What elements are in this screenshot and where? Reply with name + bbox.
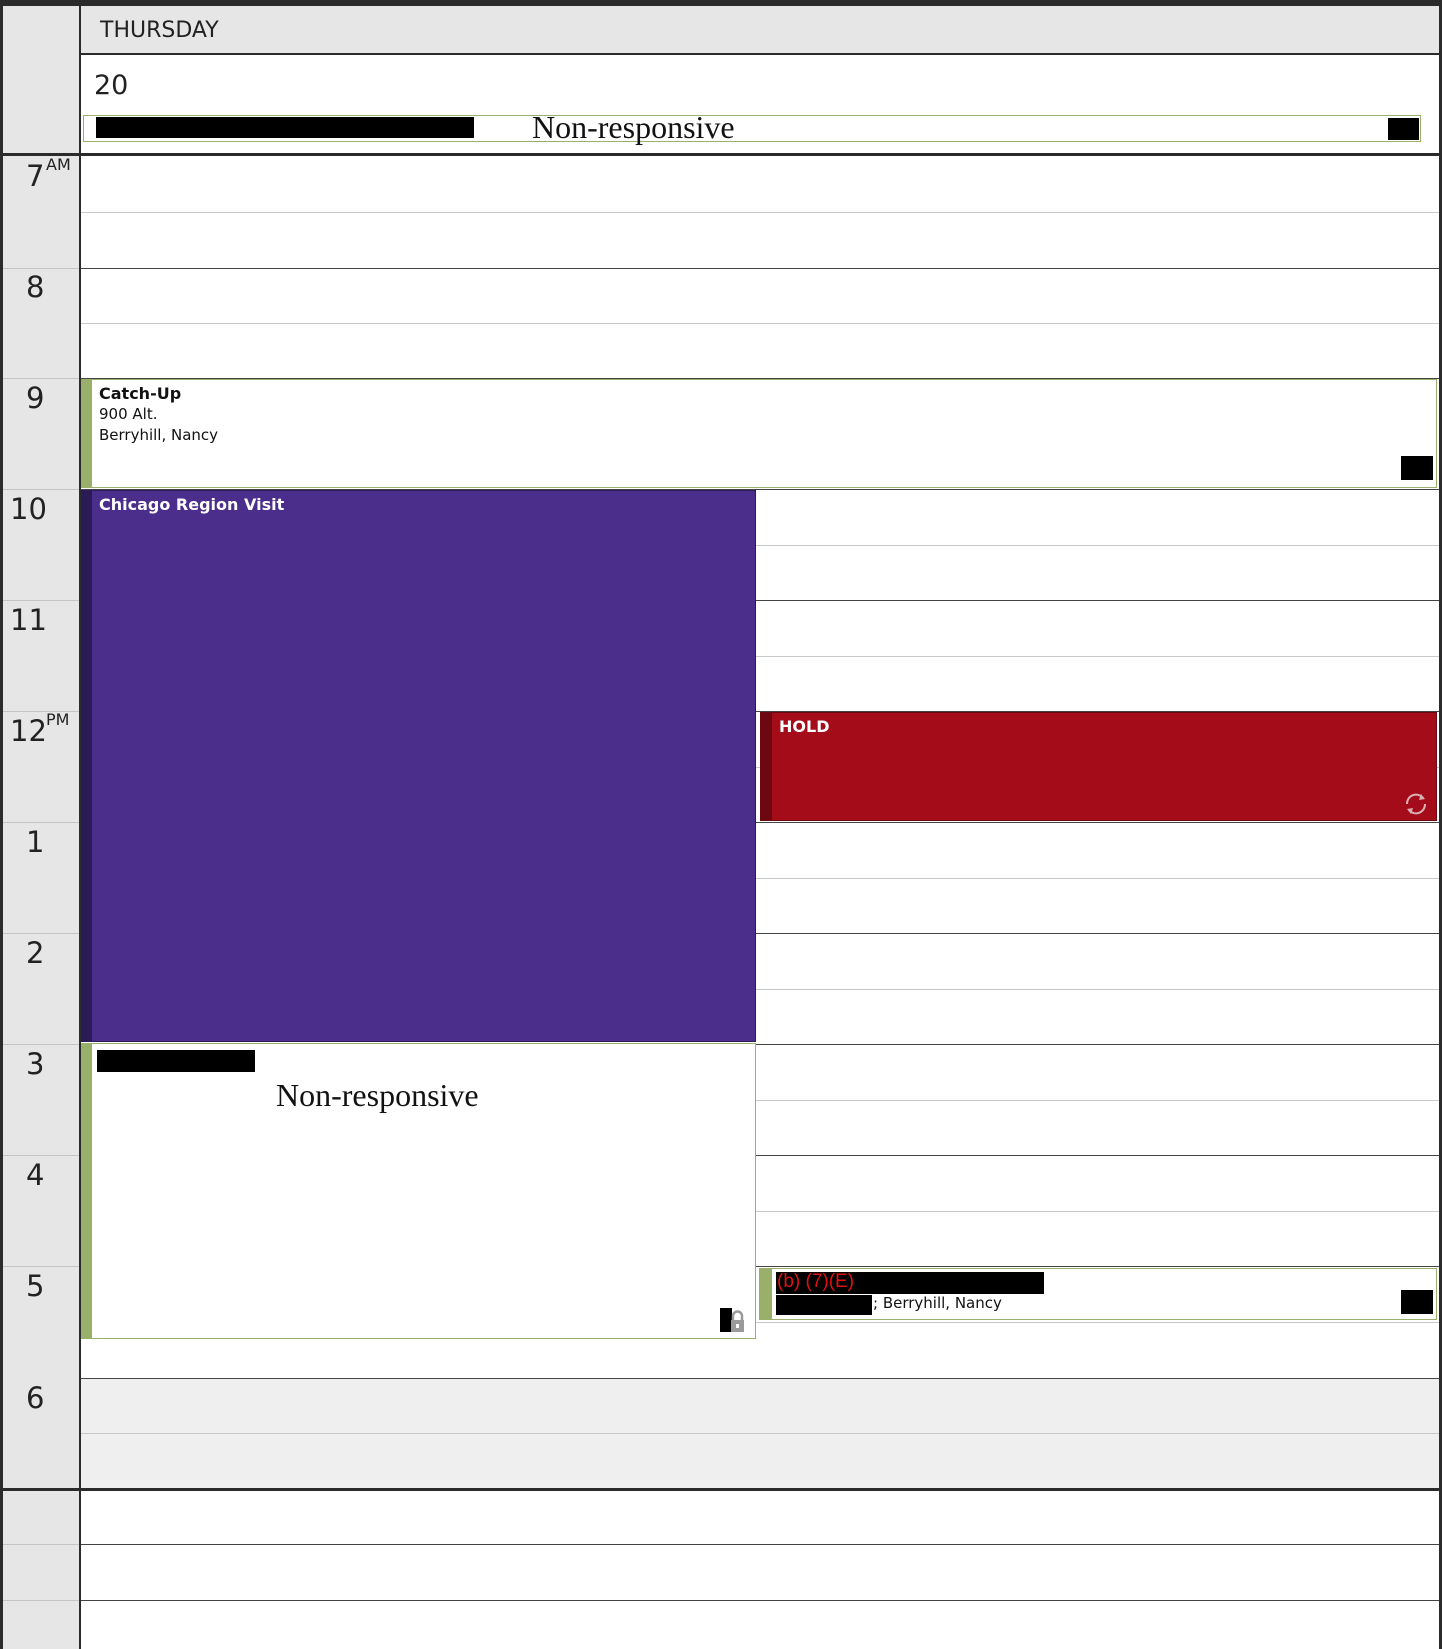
event-title: Catch-Up — [99, 384, 182, 403]
event-hold[interactable] — [760, 712, 1437, 821]
event-organizer: Berryhill, Nancy — [99, 426, 219, 444]
all-day-event-label: Non-responsive — [532, 109, 735, 145]
redaction-block — [1401, 1290, 1433, 1314]
event-title: Chicago Region Visit — [99, 495, 285, 514]
hour-line — [81, 1378, 1439, 1379]
hour-line — [81, 1544, 1439, 1545]
all-day-divider — [3, 153, 1442, 156]
event-location: 900 Alt. — [99, 405, 158, 423]
gutter-line — [3, 933, 79, 934]
redaction-block — [97, 1050, 255, 1072]
recurring-icon — [1405, 793, 1427, 815]
event-accent-bar — [81, 490, 92, 1042]
event-accent-bar — [81, 1043, 92, 1339]
half-hour-line — [81, 1433, 1439, 1434]
gutter-line — [3, 600, 79, 601]
half-hour-line — [81, 323, 1439, 324]
event-catch-up[interactable] — [81, 379, 1437, 488]
gutter-line — [3, 822, 79, 823]
window-frame — [0, 0, 3, 1649]
window-frame — [0, 0, 1442, 6]
private-lock-icon — [720, 1308, 744, 1332]
event-accent-bar — [81, 379, 92, 488]
event-accent-bar — [759, 1268, 772, 1320]
gutter-separator — [79, 6, 81, 1649]
gutter-line — [3, 378, 79, 379]
redaction-code: (b) (7)(E) — [777, 1271, 855, 1292]
gutter-line — [3, 268, 79, 269]
day-name: THURSDAY — [100, 18, 219, 43]
gutter-line — [3, 1155, 79, 1156]
hour-line — [81, 1600, 1439, 1601]
day-date: 20 — [94, 70, 129, 101]
gutter-line — [3, 489, 79, 490]
gutter-line — [3, 1544, 79, 1545]
event-label: Non-responsive — [276, 1077, 479, 1113]
gutter-line — [3, 1044, 79, 1045]
gutter-line — [3, 1600, 79, 1601]
event-title: HOLD — [779, 717, 830, 736]
event-accent-bar — [760, 712, 772, 821]
redaction-block — [776, 1295, 872, 1315]
work-hours-divider — [3, 1488, 1442, 1491]
event-organizer: ; Berryhill, Nancy — [873, 1294, 1002, 1312]
event-chicago-region-visit[interactable] — [81, 490, 756, 1042]
day-header[interactable] — [81, 6, 1439, 55]
redaction-block — [1401, 456, 1433, 480]
redaction-block — [96, 117, 474, 138]
hour-line — [81, 268, 1439, 269]
off-hours-shading — [81, 1379, 1439, 1489]
redaction-block — [1388, 118, 1419, 140]
gutter-line — [3, 1266, 79, 1267]
half-hour-line — [81, 212, 1439, 213]
